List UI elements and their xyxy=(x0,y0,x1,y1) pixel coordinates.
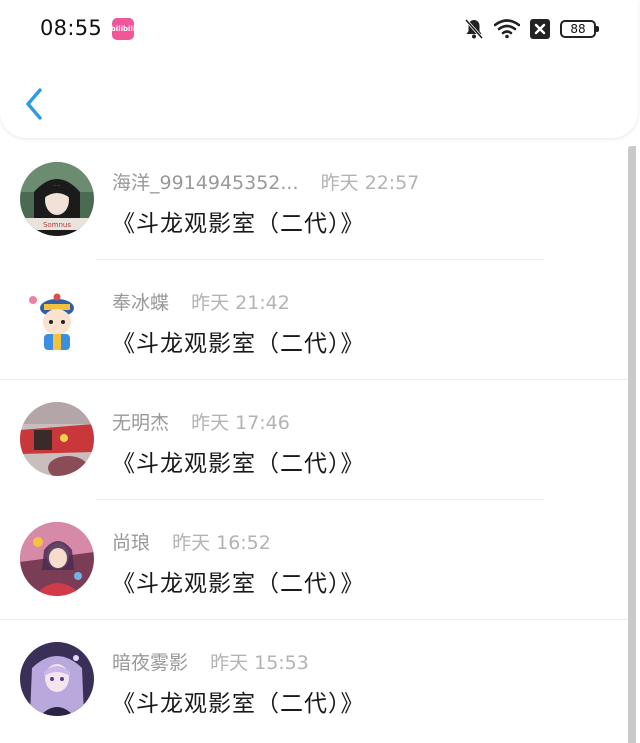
list-item[interactable]: 尚琅 昨天 16:52 《斗龙观影室（二代）》 xyxy=(0,500,628,620)
close-box-icon xyxy=(530,19,550,39)
message-time: 昨天 16:52 xyxy=(172,532,271,554)
message-time: 昨天 21:42 xyxy=(191,292,290,314)
status-time: 08:55 xyxy=(40,16,103,40)
message-meta: 无明杰 昨天 17:46 xyxy=(112,408,290,435)
app-badge-label: bilibili xyxy=(110,25,136,33)
bell-muted-icon xyxy=(464,18,484,40)
message-text: 《斗龙观影室（二代）》 xyxy=(112,691,365,717)
sender-name[interactable]: 暗夜雾影 xyxy=(112,648,188,675)
message-text: 《斗龙观影室（二代）》 xyxy=(112,331,365,357)
phone-screen: 08:55 bilibili 88 Somnus 海洋_9914945352..… xyxy=(0,0,640,743)
message-time: 昨天 17:46 xyxy=(191,412,290,434)
message-meta: 奉冰蝶 昨天 21:42 xyxy=(112,288,290,315)
sender-name[interactable]: 尚琅 xyxy=(112,528,150,555)
battery-icon: 88 xyxy=(560,20,599,38)
message-meta: 海洋_9914945352... 昨天 22:57 xyxy=(112,168,419,195)
anime-girl-dark-hair-avatar[interactable]: Somnus xyxy=(20,162,94,236)
sender-name[interactable]: 无明杰 xyxy=(112,408,169,435)
scrollbar[interactable] xyxy=(628,146,636,743)
status-icons: 88 xyxy=(464,16,599,42)
app-badge-icon: bilibili xyxy=(110,18,136,40)
header: 08:55 bilibili 88 xyxy=(0,0,638,138)
message-text: 《斗龙观影室（二代）》 xyxy=(112,211,365,237)
list-item[interactable]: 暗夜雾影 昨天 15:53 《斗龙观影室（二代）》 xyxy=(0,620,628,740)
message-text: 《斗龙观影室（二代）》 xyxy=(112,571,365,597)
sender-name[interactable]: 奉冰蝶 xyxy=(112,288,169,315)
message-list: Somnus 海洋_9914945352... 昨天 22:57 《斗龙观影室（… xyxy=(0,140,628,740)
message-meta: 尚琅 昨天 16:52 xyxy=(112,528,271,555)
list-item[interactable]: Somnus 海洋_9914945352... 昨天 22:57 《斗龙观影室（… xyxy=(0,140,628,260)
chevron-left-icon xyxy=(26,88,42,120)
svg-text:Somnus: Somnus xyxy=(43,221,71,229)
message-time: 昨天 22:57 xyxy=(320,172,420,194)
back-button[interactable] xyxy=(22,86,48,122)
list-item[interactable]: 无明杰 昨天 17:46 《斗龙观影室（二代）》 xyxy=(0,380,628,500)
list-item[interactable]: 奉冰蝶 昨天 21:42 《斗龙观影室（二代）》 xyxy=(0,260,628,380)
sender-name[interactable]: 海洋_9914945352... xyxy=(112,168,299,195)
red-character-avatar[interactable] xyxy=(20,402,94,476)
purple-anime-girl-avatar[interactable] xyxy=(20,642,94,716)
colorful-anime-avatar[interactable] xyxy=(20,522,94,596)
message-text: 《斗龙观影室（二代）》 xyxy=(112,451,365,477)
battery-level: 88 xyxy=(570,22,586,36)
message-time: 昨天 15:53 xyxy=(210,652,309,674)
message-meta: 暗夜雾影 昨天 15:53 xyxy=(112,648,309,675)
wifi-icon xyxy=(494,19,520,39)
cartoon-prince-avatar[interactable] xyxy=(20,282,94,356)
